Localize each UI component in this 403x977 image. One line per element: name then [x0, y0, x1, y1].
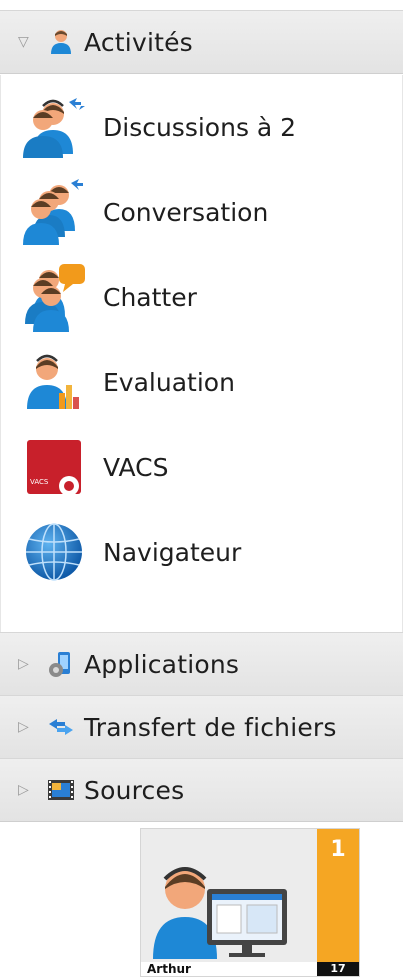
chatter-icon	[19, 262, 89, 332]
person-icon	[46, 27, 76, 57]
activity-item-conversation[interactable]: Conversation	[1, 170, 403, 254]
status-count: 1	[330, 837, 346, 862]
two-people-discussion-icon	[19, 92, 89, 162]
activity-label-chatter: Chatter	[103, 282, 197, 312]
seat-number: 17	[317, 962, 359, 976]
expand-triangle-icon[interactable]: ▷	[18, 720, 36, 734]
vacs-icon: VACS	[19, 432, 89, 502]
expand-triangle-icon[interactable]: ▷	[18, 783, 36, 797]
section-label-applications: Applications	[84, 649, 240, 679]
section-header-applications[interactable]: ▷ Applications	[0, 632, 403, 696]
section-label-sources: Sources	[84, 775, 185, 805]
activity-label-evaluation: Evaluation	[103, 367, 235, 397]
section-label-file-transfer: Transfert de fichiers	[84, 712, 337, 742]
activity-item-navigateur[interactable]: Navigateur	[1, 510, 403, 594]
group-conversation-icon	[19, 177, 89, 247]
student-name: Arthur	[147, 962, 191, 976]
activities-list: Discussions à 2 Conversation Chatter Eva…	[0, 75, 403, 635]
applications-icon	[46, 649, 76, 679]
section-header-file-transfer[interactable]: ▷ Transfert de fichiers	[0, 695, 403, 759]
evaluation-icon	[19, 347, 89, 417]
activity-label-navigateur: Navigateur	[103, 537, 242, 567]
activity-item-evaluation[interactable]: Evaluation	[1, 340, 403, 424]
globe-icon	[19, 517, 89, 587]
collapse-triangle-icon[interactable]: ▽	[18, 35, 36, 49]
svg-text:VACS: VACS	[30, 478, 49, 486]
student-with-monitor-icon	[153, 867, 287, 959]
transfer-arrows-icon	[46, 712, 76, 742]
activity-label-vacs: VACS	[103, 452, 169, 482]
film-sources-icon	[46, 775, 76, 805]
section-header-sources[interactable]: ▷ Sources	[0, 758, 403, 822]
activity-item-vacs[interactable]: VACS VACS	[1, 425, 403, 509]
activity-label-conversation: Conversation	[103, 197, 269, 227]
expand-triangle-icon[interactable]: ▷	[18, 657, 36, 671]
student-tile[interactable]: 1 Arthur 17	[140, 828, 360, 977]
activity-item-chatter[interactable]: Chatter	[1, 255, 403, 339]
activity-label-discussions: Discussions à 2	[103, 112, 297, 142]
activity-panel: ▽ Activités Discussions à 2 Conversation…	[0, 0, 403, 822]
activity-item-discussions[interactable]: Discussions à 2	[1, 85, 403, 169]
section-label-activities: Activités	[84, 27, 193, 57]
section-header-activities[interactable]: ▽ Activités	[0, 10, 403, 74]
